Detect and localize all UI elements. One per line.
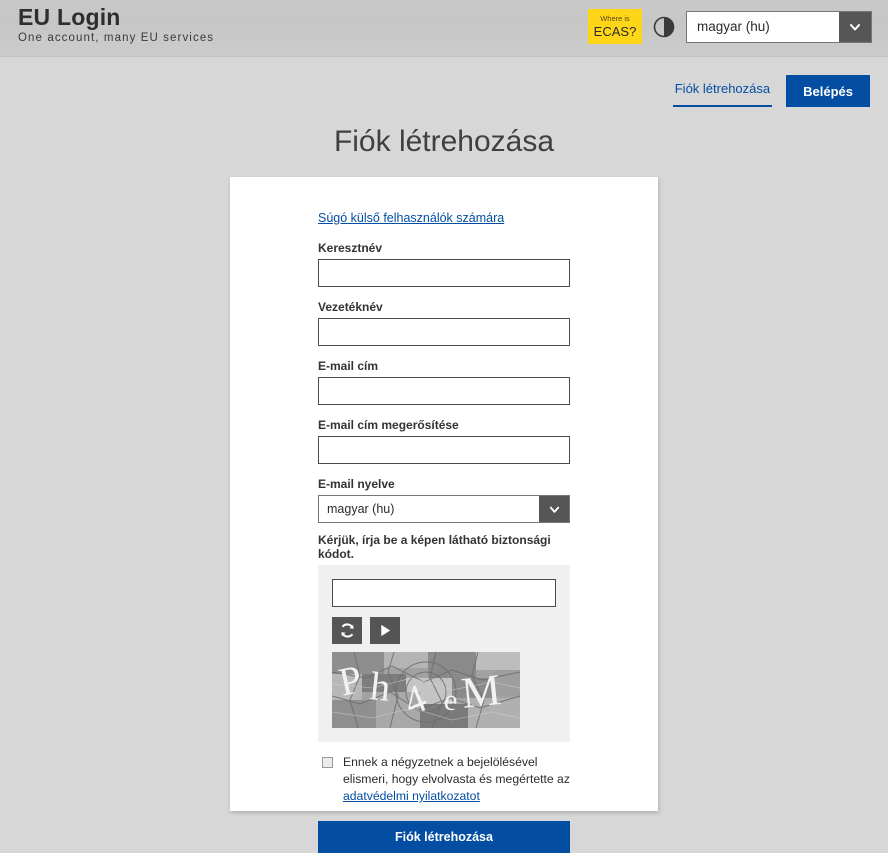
- help-external-users-link[interactable]: Súgó külső felhasználók számára: [318, 211, 504, 225]
- account-nav-tabs: Fiók létrehozása Belépés: [672, 75, 870, 107]
- privacy-consent-text-before: Ennek a négyzetnek a bejelölésével elism…: [343, 755, 570, 786]
- ecas-badge-line1: Where is: [600, 14, 630, 24]
- captcha-buttons: [332, 617, 556, 644]
- header-language-select[interactable]: magyar (hu): [686, 10, 872, 43]
- email-language-value[interactable]: magyar (hu): [319, 496, 539, 522]
- svg-text:M: M: [459, 665, 503, 718]
- create-account-submit-button[interactable]: Fiók létrehozása: [318, 821, 570, 853]
- privacy-consent-checkbox[interactable]: [322, 757, 333, 768]
- where-is-ecas-badge[interactable]: Where is ECAS?: [588, 9, 642, 44]
- privacy-statement-link[interactable]: adatvédelmi nyilatkozatot: [343, 789, 480, 803]
- brand-block: EU Login One account, many EU services: [18, 4, 214, 45]
- confirm-email-input[interactable]: [318, 436, 570, 464]
- privacy-consent-row: Ennek a négyzetnek a bejelölésével elism…: [318, 754, 570, 805]
- last-name-input[interactable]: [318, 318, 570, 346]
- privacy-consent-text: Ennek a négyzetnek a bejelölésével elism…: [343, 754, 570, 805]
- first-name-input[interactable]: [318, 259, 570, 287]
- chevron-down-icon[interactable]: [839, 11, 871, 42]
- refresh-icon[interactable]: [332, 617, 362, 644]
- play-icon[interactable]: [370, 617, 400, 644]
- tab-create-account[interactable]: Fiók létrehozása: [672, 75, 773, 107]
- label-email: E-mail cím: [318, 359, 379, 373]
- brand-title: EU Login: [18, 4, 121, 30]
- header-right-controls: Where is ECAS? magyar (hu): [588, 9, 872, 44]
- brand-subtitle: One account, many EU services: [18, 32, 215, 44]
- label-captcha: Kérjük, írja be a képen látható biztonsá…: [318, 533, 551, 561]
- email-input[interactable]: [318, 377, 570, 405]
- contrast-toggle-icon[interactable]: [653, 16, 675, 38]
- captcha-panel: P h 4 e M: [318, 565, 570, 742]
- email-language-select[interactable]: magyar (hu): [318, 495, 570, 523]
- header-language-value[interactable]: magyar (hu): [687, 11, 839, 42]
- create-account-card: Súgó külső felhasználók számára Keresztn…: [230, 177, 658, 853]
- ecas-badge-line2: ECAS?: [593, 23, 637, 39]
- chevron-down-icon[interactable]: [539, 496, 569, 522]
- create-account-form: Súgó külső felhasználók számára Keresztn…: [230, 177, 658, 853]
- label-confirm-email: E-mail cím megerősítése: [318, 418, 459, 432]
- captcha-image: P h 4 e M: [332, 652, 520, 728]
- label-first-name: Keresztnév: [318, 241, 383, 255]
- captcha-input[interactable]: [332, 579, 556, 607]
- page-header: EU Login One account, many EU services W…: [0, 0, 888, 57]
- label-email-language: E-mail nyelve: [318, 477, 395, 491]
- tab-login[interactable]: Belépés: [786, 75, 870, 107]
- page-title: Fiók létrehozása: [333, 125, 555, 158]
- label-last-name: Vezetéknév: [318, 300, 383, 314]
